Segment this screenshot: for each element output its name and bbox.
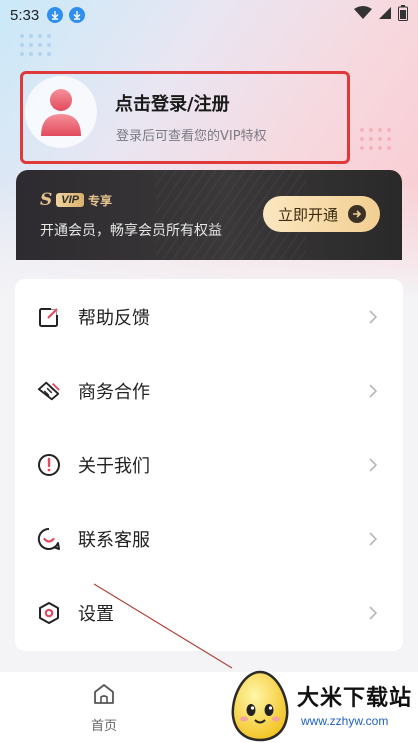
- vip-banner[interactable]: S VIP 专享 开通会员，畅享会员所有权益 立即开通: [16, 170, 402, 260]
- chevron-right-icon: [367, 606, 379, 620]
- login-card[interactable]: 点击登录/注册 登录后可查看您的VIP特权: [20, 71, 350, 164]
- vip-logo-pill: VIP: [56, 193, 85, 207]
- watermark-url: www.zzhyw.com: [301, 714, 389, 728]
- mascot-egg-icon: [231, 670, 289, 742]
- login-subtitle: 登录后可查看您的VIP特权: [116, 129, 267, 144]
- menu-item-about-us[interactable]: 关于我们: [15, 435, 403, 495]
- wifi-icon: [354, 6, 372, 24]
- nav-home-label: 首页: [90, 719, 117, 734]
- chevron-right-icon: [367, 310, 379, 324]
- chevron-right-icon: [367, 384, 379, 398]
- menu-item-business[interactable]: 商务合作: [15, 361, 403, 421]
- download-icon: [47, 7, 64, 23]
- customer-service-icon: [37, 527, 61, 551]
- feedback-icon: [37, 305, 61, 329]
- handshake-icon: [37, 379, 61, 403]
- vip-logo-s: S: [40, 190, 53, 210]
- arrow-right-icon: [348, 205, 367, 223]
- menu-label: 设置: [78, 604, 114, 625]
- download-icon: [69, 7, 86, 23]
- settings-icon: [37, 601, 61, 625]
- decor-dots: [20, 34, 51, 56]
- menu-item-help-feedback[interactable]: 帮助反馈: [15, 287, 403, 347]
- chevron-right-icon: [367, 458, 379, 472]
- menu-list: 帮助反馈 商务合作 关于我们 联系客服 设置: [15, 279, 403, 651]
- battery-icon: [398, 5, 408, 25]
- menu-label: 帮助反馈: [78, 308, 150, 329]
- watermark-title: 大米下载站: [297, 686, 413, 711]
- nav-home[interactable]: 首页: [74, 682, 134, 738]
- avatar[interactable]: [25, 76, 97, 148]
- status-time: 5:33: [10, 6, 40, 24]
- chevron-right-icon: [367, 532, 379, 546]
- decor-dots: [360, 128, 391, 150]
- status-bar: 5:33: [0, 0, 418, 30]
- menu-item-settings[interactable]: 设置: [15, 583, 403, 643]
- menu-label: 联系客服: [78, 530, 150, 551]
- vip-description: 开通会员，畅享会员所有权益: [40, 223, 222, 239]
- vip-logo-tag: 专享: [88, 193, 113, 208]
- user-avatar-icon: [41, 89, 81, 136]
- watermark: 大米下载站 www.zzhyw.com: [225, 668, 418, 743]
- menu-item-customer-service[interactable]: 联系客服: [15, 509, 403, 569]
- menu-label: 商务合作: [78, 382, 150, 403]
- vip-logo: S VIP 专享: [40, 190, 112, 210]
- open-vip-button[interactable]: 立即开通: [263, 196, 380, 232]
- open-vip-button-label: 立即开通: [278, 205, 339, 224]
- signal-icon: [378, 6, 392, 24]
- home-icon: [92, 682, 116, 710]
- login-title[interactable]: 点击登录/注册: [115, 90, 230, 116]
- menu-label: 关于我们: [78, 456, 150, 477]
- info-icon: [37, 453, 61, 477]
